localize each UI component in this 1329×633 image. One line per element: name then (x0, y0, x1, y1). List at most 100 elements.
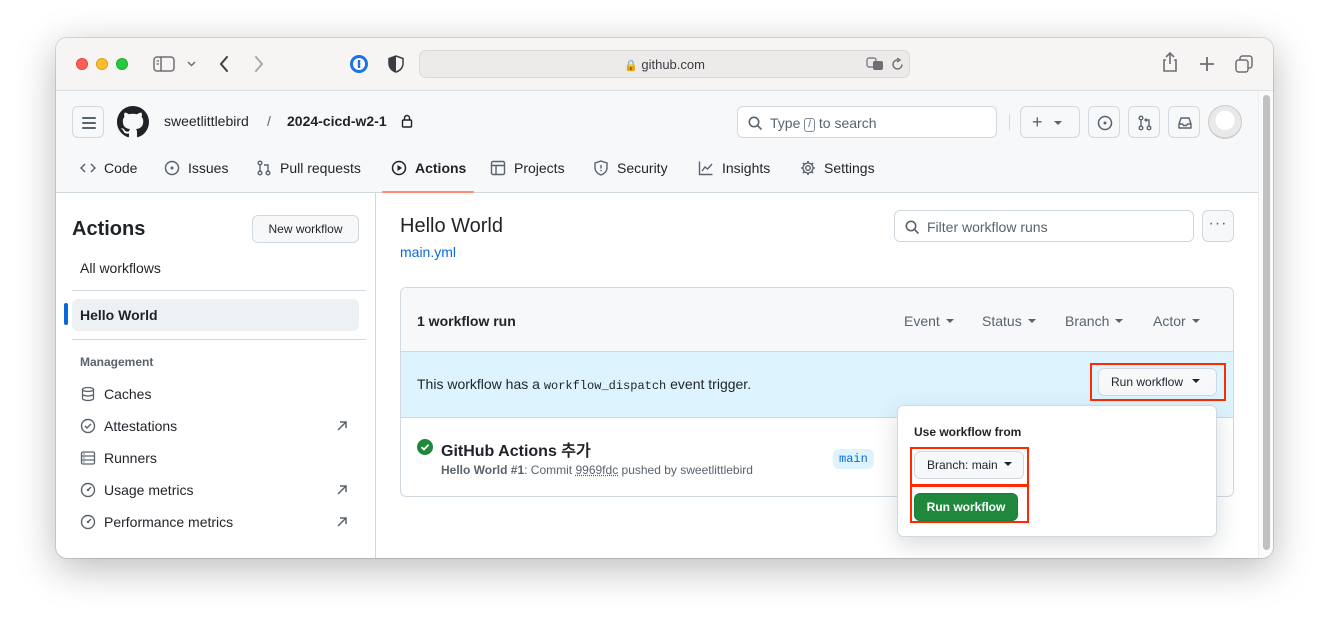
tab-pull-requests[interactable]: Pull requests (256, 155, 361, 181)
sidebar-item-performance-metrics[interactable]: Performance metrics (72, 506, 359, 538)
commit-hash-link[interactable]: 9969fdc (575, 463, 618, 477)
sidebar-item-attestations[interactable]: Attestations (72, 410, 359, 442)
issues-button[interactable] (1088, 106, 1120, 138)
breadcrumb-separator: / (267, 113, 271, 129)
filter-label: Event (904, 313, 940, 329)
chevron-down-icon[interactable] (187, 61, 196, 67)
database-icon (81, 386, 95, 402)
inbox-icon (1178, 117, 1192, 129)
run-title-link[interactable]: GitHub Actions 추가 (441, 437, 591, 461)
branch-filter-button[interactable]: Branch (1065, 313, 1124, 329)
privacy-shield-icon[interactable] (388, 55, 404, 73)
repo-owner-link[interactable]: sweetlittlebird (164, 113, 249, 129)
status-filter-button[interactable]: Status (982, 313, 1036, 329)
check-circle-icon (417, 439, 433, 455)
create-new-button[interactable]: + (1020, 106, 1080, 138)
header-divider (1009, 114, 1010, 130)
filter-placeholder: Filter workflow runs (927, 219, 1048, 235)
tab-code[interactable]: Code (80, 155, 137, 181)
password-manager-icon[interactable] (349, 54, 369, 74)
actions-sidebar: Actions New workflow All workflows Hello… (56, 193, 376, 558)
back-icon[interactable] (219, 55, 229, 73)
tab-label: Actions (415, 160, 467, 176)
page-scrollbar[interactable] (1258, 91, 1273, 558)
meter-icon (80, 514, 96, 530)
run-commit-label: : Commit (524, 463, 573, 477)
sidebar-item-all-workflows[interactable]: All workflows (72, 252, 359, 284)
forward-icon[interactable] (254, 55, 264, 73)
filter-workflow-runs-input[interactable]: Filter workflow runs (894, 210, 1194, 242)
sidebar-item-label: Caches (104, 386, 152, 402)
sidebar-item-label: Performance metrics (104, 514, 234, 530)
tab-security[interactable]: Security (593, 155, 668, 181)
highlight-box (910, 447, 1029, 486)
global-search-input[interactable]: Type / to search (737, 106, 997, 138)
sidebar-toggle-icon[interactable] (153, 56, 175, 72)
tab-label: Pull requests (280, 160, 361, 176)
close-window-button[interactable] (76, 58, 88, 70)
inbox-button[interactable] (1168, 106, 1200, 138)
chevron-down-icon (1027, 319, 1036, 323)
git-pull-request-icon (257, 160, 271, 176)
actor-filter-button[interactable]: Actor (1153, 313, 1200, 329)
branch-tag[interactable]: main (833, 449, 874, 469)
new-workflow-button[interactable]: New workflow (252, 215, 359, 243)
pull-requests-button[interactable] (1128, 106, 1160, 138)
tab-label: Code (104, 160, 138, 176)
tab-projects[interactable]: Projects (490, 155, 565, 181)
github-logo-icon[interactable] (117, 106, 149, 138)
graph-icon (698, 161, 713, 176)
reload-icon[interactable] (892, 58, 904, 71)
scrollbar-thumb[interactable] (1263, 95, 1270, 550)
sidebar-title: Actions (72, 218, 146, 240)
meter-icon (80, 482, 96, 498)
lock-icon (401, 114, 413, 128)
dispatch-code: workflow_dispatch (543, 379, 667, 393)
dispatch-text: This workflow has a (417, 376, 540, 392)
translate-icon[interactable] (866, 57, 884, 71)
play-icon (391, 160, 407, 176)
sidebar-item-runners[interactable]: Runners (72, 442, 359, 474)
user-avatar[interactable] (1208, 105, 1242, 139)
sidebar-item-label: All workflows (80, 260, 161, 276)
more-options-button[interactable]: ··· (1202, 210, 1234, 242)
tab-insights[interactable]: Insights (698, 155, 770, 181)
tab-issues[interactable]: Issues (164, 155, 228, 181)
plus-icon: + (1032, 112, 1043, 132)
hamburger-menu-button[interactable] (72, 106, 104, 138)
tab-overview-icon[interactable] (1235, 55, 1253, 73)
new-tab-icon[interactable] (1199, 56, 1215, 72)
filter-label: Status (982, 313, 1022, 329)
workflow-file-link[interactable]: main.yml (400, 244, 456, 260)
sidebar-item-usage-metrics[interactable]: Usage metrics (72, 474, 359, 506)
issue-opened-icon (1097, 115, 1113, 131)
arrow-up-right-icon (337, 517, 347, 527)
sidebar-item-caches[interactable]: Caches (72, 378, 359, 410)
search-suffix: to search (818, 115, 877, 131)
git-pull-request-icon (1138, 115, 1152, 131)
repo-name-link[interactable]: 2024-cicd-w2-1 (287, 113, 387, 129)
run-pushed-by: pushed by sweetlittlebird (621, 463, 753, 477)
tab-actions[interactable]: Actions (391, 155, 466, 181)
minimize-window-button[interactable] (96, 58, 108, 70)
tab-settings[interactable]: Settings (800, 155, 875, 181)
address-bar[interactable]: 🔒 github.com (419, 50, 910, 78)
share-icon[interactable] (1162, 52, 1178, 72)
browser-window: 🔒 github.com sweetlittlebird / 2024-cicd… (56, 38, 1273, 558)
sidebar-divider (72, 290, 366, 291)
zoom-window-button[interactable] (116, 58, 128, 70)
filter-label: Actor (1153, 313, 1186, 329)
runs-header: 1 workflow run Event Status Branch Actor (401, 288, 1233, 352)
table-icon (490, 160, 506, 176)
sidebar-item-label: Runners (104, 450, 157, 466)
chevron-down-icon (1191, 319, 1200, 323)
event-filter-button[interactable]: Event (904, 313, 954, 329)
issue-opened-icon (164, 160, 180, 176)
sidebar-item-label: Attestations (104, 418, 178, 434)
use-workflow-from-label: Use workflow from (914, 425, 1022, 439)
sidebar-item-hello-world[interactable]: Hello World (72, 299, 359, 331)
lock-icon: 🔒 (624, 60, 638, 72)
arrow-up-right-icon (337, 421, 347, 431)
filter-label: Branch (1065, 313, 1110, 329)
chevron-down-icon (1054, 121, 1062, 125)
